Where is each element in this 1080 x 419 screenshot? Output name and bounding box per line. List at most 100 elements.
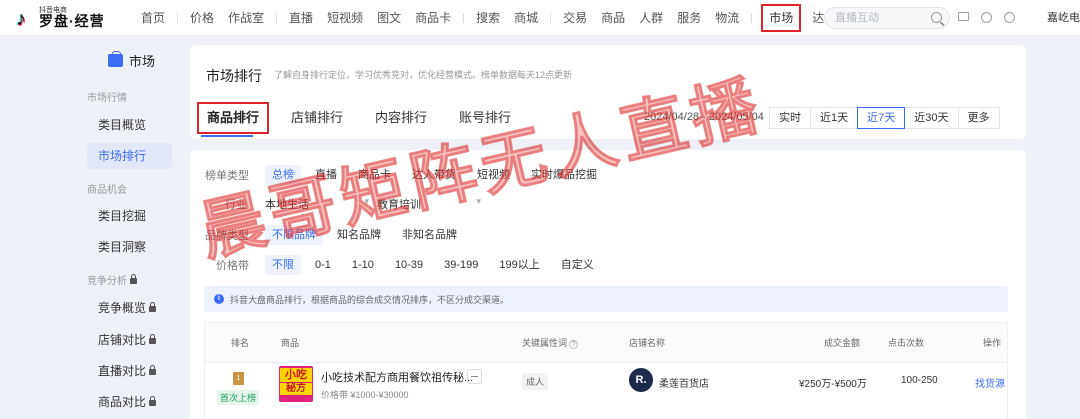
industry-select-primary[interactable]: 本地生活 ▾ <box>265 196 377 212</box>
tab-shop-rank[interactable]: 店铺排行 <box>282 103 352 133</box>
info-icon: i <box>214 294 224 304</box>
nav-war-room[interactable]: 作战室 <box>221 0 271 36</box>
period-7-days[interactable]: 近7天 <box>857 107 906 129</box>
find-source-link[interactable]: 找货源 <box>975 375 1005 390</box>
help-icon[interactable] <box>1004 12 1015 23</box>
sidebar-item-market-rank[interactable]: 市场排行 <box>87 143 172 169</box>
user-icon[interactable] <box>981 12 992 23</box>
product-price-range: 价格带 ¥1000-¥30000 <box>321 390 409 400</box>
table-header: 排名 商品 关键属性词? 店铺名称 成交金额 点击次数 操作 <box>205 323 1007 363</box>
industry-select-secondary[interactable]: 教育培训 ▾ <box>377 196 489 212</box>
list-type-product-card[interactable]: 商品卡 <box>351 165 398 185</box>
list-type-influencer[interactable]: 达人带货 <box>405 165 463 185</box>
shop-avatar: R. <box>629 368 653 392</box>
date-range[interactable]: 2024/04/28 - 2024/05/04 <box>644 111 764 123</box>
nav-service[interactable]: 服务 <box>670 0 708 36</box>
product-name[interactable]: 小吃技术配方商用餐饮祖传秘... <box>321 369 473 385</box>
nav-search[interactable]: 搜索 <box>469 0 507 36</box>
sidebar-item-label: 商品对比 <box>98 395 147 409</box>
sidebar-item-competition-overview[interactable]: 竞争概览 <box>87 295 172 321</box>
nav-price[interactable]: 价格 <box>183 0 221 36</box>
sidebar-item-category-mining[interactable]: 类目挖掘 <box>87 203 172 229</box>
shop-name[interactable]: 柔莲百货店 <box>659 375 709 390</box>
sidebar-item-category-insight[interactable]: 类目洞察 <box>87 234 172 260</box>
price-39-199[interactable]: 39-199 <box>437 255 485 275</box>
price-1-10[interactable]: 1-10 <box>345 255 381 275</box>
filter-price: 价格带 不限 0-1 1-10 10-39 39-199 199以上 自定义 <box>205 254 608 276</box>
search-input[interactable] <box>835 12 927 24</box>
period-1-day[interactable]: 近1天 <box>810 107 859 129</box>
filter-label: 榜单类型 <box>205 170 249 182</box>
scan-icon[interactable] <box>467 369 482 384</box>
search-box[interactable] <box>824 7 950 29</box>
nav-live[interactable]: 直播 <box>282 0 320 36</box>
sidebar-item-product-compare[interactable]: 商品对比 <box>87 389 172 415</box>
list-type-short-video[interactable]: 短视频 <box>470 165 517 185</box>
product-thumbnail[interactable]: 小吃 秘方 <box>279 366 313 402</box>
price-0-1[interactable]: 0-1 <box>308 255 338 275</box>
thumb-text: 小吃 <box>280 368 312 382</box>
list-type-live[interactable]: 直播 <box>308 165 344 185</box>
nav-trade[interactable]: 交易 <box>556 0 594 36</box>
price-199-plus[interactable]: 199以上 <box>492 255 546 275</box>
sidebar-item-label: 店铺对比 <box>98 333 147 347</box>
lock-icon <box>149 396 157 406</box>
period-more[interactable]: 更多 <box>957 107 1000 129</box>
filter-label: 品牌类型 <box>205 230 249 242</box>
monitor-icon[interactable] <box>958 12 969 21</box>
logo[interactable]: ♪ ♪ ♪ 抖音电商 罗盘·经营 <box>14 7 124 31</box>
filter-label: 行业 <box>225 199 247 211</box>
sidebar-group-competition: 竞争分析 <box>87 272 137 287</box>
nav-short-video[interactable]: 短视频 <box>320 0 370 36</box>
filter-brand: 品牌类型 不限品牌 知名品牌 非知名品牌 <box>205 224 471 246</box>
toolbar-icons <box>958 12 1015 23</box>
sidebar: 市场 市场行情 类目概览 市场排行 商品机会 类目挖掘 类目洞察 竞争分析 竞争… <box>0 36 190 419</box>
price-10-39[interactable]: 10-39 <box>388 255 430 275</box>
brand-any[interactable]: 不限品牌 <box>265 225 323 245</box>
top-nav-bar: ♪ ♪ ♪ 抖音电商 罗盘·经营 首页 价格 作战室 直播 短视频 图文 商品卡… <box>0 0 1080 36</box>
lock-icon <box>149 302 157 312</box>
header-card: 市场排行 了解自身排行定位，学习优秀竞对，优化经营模式。榜单数据每天12点更新 … <box>190 45 1026 139</box>
sidebar-item-shop-compare[interactable]: 店铺对比 <box>87 327 172 353</box>
rank-table: 排名 商品 关键属性词? 店铺名称 成交金额 点击次数 操作 1 首次上榜 小吃… <box>204 322 1008 419</box>
table-row[interactable]: 1 首次上榜 小吃 秘方 小吃技术配方商用餐饮祖传秘... 价格带 ¥1000-… <box>205 364 1007 419</box>
nav-audience[interactable]: 人群 <box>632 0 670 36</box>
sidebar-title-text: 市场 <box>129 54 156 69</box>
active-tab-indicator <box>201 135 253 137</box>
col-keyword-label: 关键属性词 <box>522 338 568 348</box>
help-icon[interactable]: ? <box>569 340 579 349</box>
nav-product-card[interactable]: 商品卡 <box>408 0 458 36</box>
nav-image-text[interactable]: 图文 <box>370 0 408 36</box>
period-30-days[interactable]: 近30天 <box>904 107 959 129</box>
price-any[interactable]: 不限 <box>265 255 301 275</box>
list-type-all[interactable]: 总榜 <box>265 165 301 185</box>
logo-title: 罗盘·经营 <box>39 13 105 29</box>
brand-non-famous[interactable]: 非知名品牌 <box>395 225 464 245</box>
nav-mall[interactable]: 商城 <box>507 0 545 36</box>
nav-divider <box>177 12 179 23</box>
list-type-realtime-hot[interactable]: 实时爆品挖掘 <box>524 165 604 185</box>
brand-famous[interactable]: 知名品牌 <box>330 225 388 245</box>
nav-logistics[interactable]: 物流 <box>708 0 746 36</box>
sidebar-item-category-overview[interactable]: 类目概览 <box>87 112 172 138</box>
price-custom[interactable]: 自定义 <box>554 255 601 275</box>
sidebar-item-live-compare[interactable]: 直播对比 <box>87 358 172 384</box>
info-notice: i 抖音大盘商品排行，根据商品的综合成交情况排序，不区分成交渠道。 <box>204 286 1008 312</box>
page-title: 市场排行 <box>206 68 262 84</box>
nav-market[interactable]: 市场 <box>757 0 805 36</box>
main-nav: 首页 价格 作战室 直播 短视频 图文 商品卡 搜索 商城 交易 商品 人群 服… <box>134 0 881 36</box>
chevron-down-icon: ▾ <box>476 196 481 206</box>
search-icon[interactable] <box>931 12 942 23</box>
notice-text: 抖音大盘商品排行，根据商品的综合成交情况排序，不区分成交渠道。 <box>230 294 510 305</box>
nav-divider <box>276 12 278 23</box>
tab-content-rank[interactable]: 内容排行 <box>366 103 436 133</box>
tab-account-rank[interactable]: 账号排行 <box>450 103 520 133</box>
filter-industry: 行业 本地生活 ▾ 教育培训 ▾ <box>205 193 489 215</box>
col-rank: 排名 <box>231 338 250 348</box>
tab-product-rank[interactable]: 商品排行 <box>196 102 270 134</box>
account-name[interactable]: 嘉屹电商 <box>1047 0 1080 36</box>
nav-home[interactable]: 首页 <box>134 0 172 36</box>
nav-product[interactable]: 商品 <box>594 0 632 36</box>
period-realtime[interactable]: 实时 <box>769 107 811 129</box>
sidebar-group-competition-label: 竞争分析 <box>87 276 127 287</box>
